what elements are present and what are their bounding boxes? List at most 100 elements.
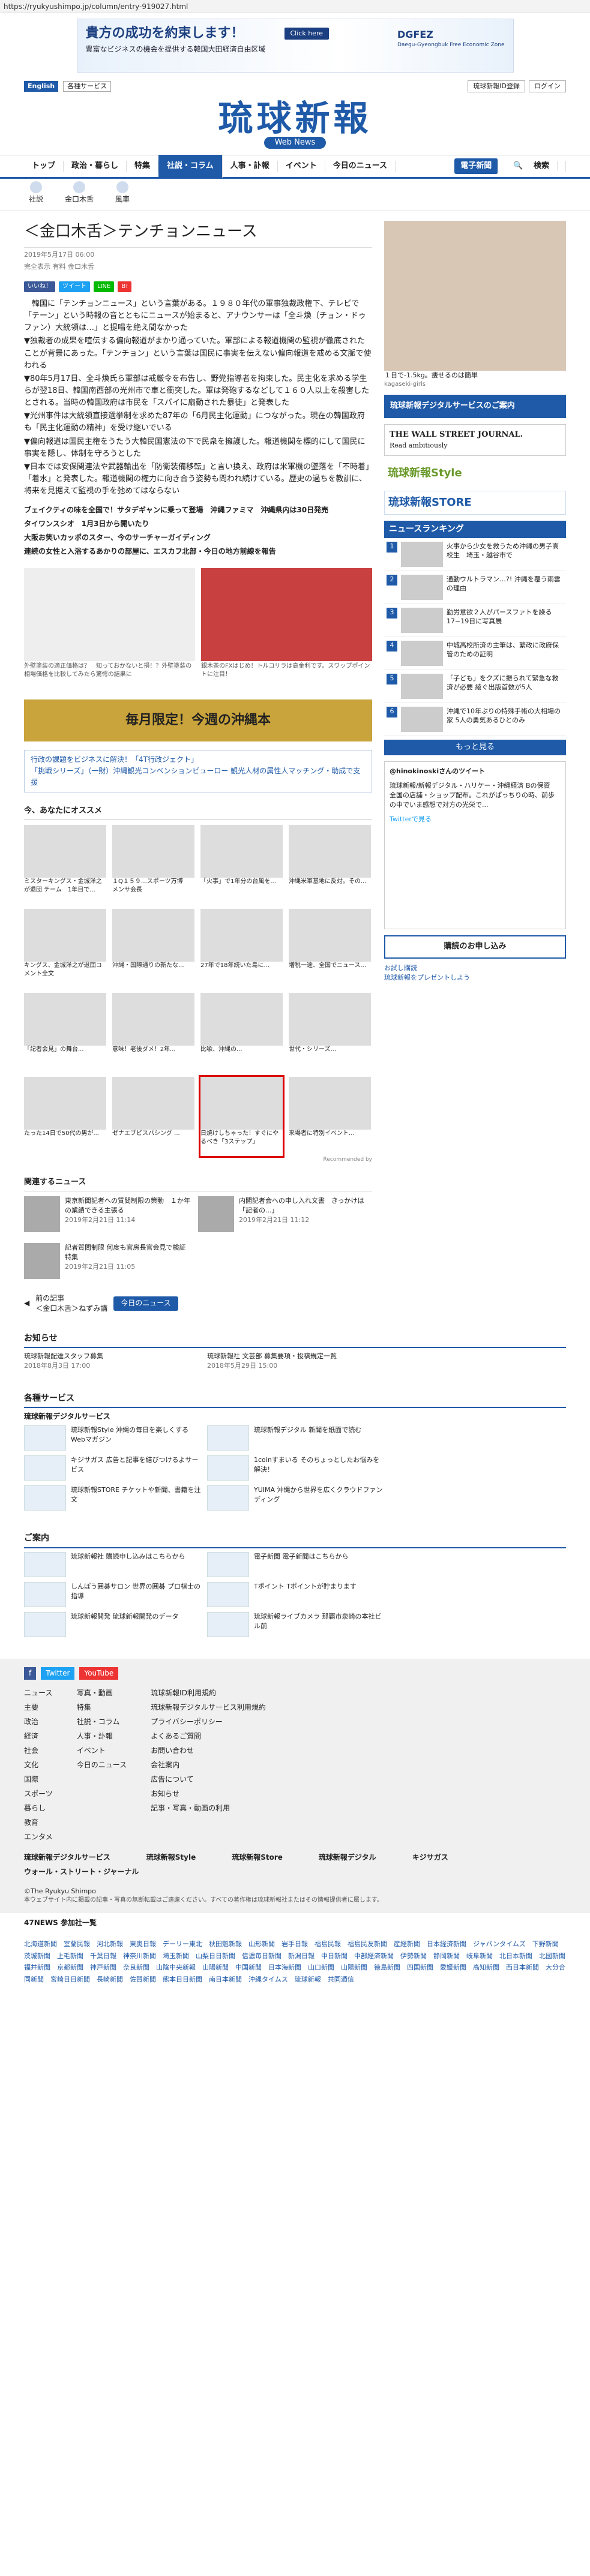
- footer-nav-link[interactable]: プライバシーポリシー: [151, 1715, 266, 1729]
- footer-nav-link[interactable]: 社会: [24, 1743, 53, 1758]
- services-select[interactable]: 各種サービス: [63, 81, 112, 92]
- footer-nav-link[interactable]: 国際: [24, 1772, 53, 1787]
- wsj-banner[interactable]: THE WALL STREET JOURNAL. Read ambitiously: [384, 424, 566, 457]
- footer-nav-link[interactable]: 今日のニュース: [77, 1758, 127, 1772]
- tag-link[interactable]: ブェイクティの味を全国で！サタデギャンに乗って登場 沖縄ファミマ 沖縄県内は30…: [24, 503, 372, 517]
- footer-link[interactable]: 琉球新報デジタルサービス: [24, 1853, 110, 1863]
- id-register-button[interactable]: 琉球新報ID登録: [468, 80, 525, 92]
- recommend-card[interactable]: たった14日で50代の男が...: [24, 1076, 106, 1156]
- footer-link[interactable]: 琉球新報デジタル: [319, 1853, 376, 1863]
- footer-nav-link[interactable]: 社説・コラム: [77, 1715, 127, 1729]
- service-item[interactable]: 1coinすまいる そのちょっとしたお悩みを解決！: [207, 1455, 384, 1481]
- digital-banner[interactable]: 琉球新報デジタルサービスのご案内: [384, 395, 566, 419]
- recommend-card[interactable]: 「火事」で1年分の台風を...: [200, 824, 283, 904]
- footer-nav-link[interactable]: 特集: [77, 1700, 127, 1715]
- present-link[interactable]: 琉球新報をプレゼントしよう: [384, 973, 566, 983]
- footer-nav-link[interactable]: 暮らし: [24, 1801, 53, 1815]
- guide-item[interactable]: 電子新聞 電子新聞はこちらから: [207, 1551, 384, 1577]
- footer-nav-link[interactable]: 文化: [24, 1758, 53, 1772]
- footer-nav-link[interactable]: イベント: [77, 1743, 127, 1758]
- twitter-icon[interactable]: Twitter: [41, 1667, 75, 1680]
- news-band-link[interactable]: 「挑戦シリーズ」（一財）沖縄観光コンベンションビューロー 観光人材の属性人マッチ…: [31, 765, 366, 788]
- twitter-share-button[interactable]: ツイート: [59, 281, 90, 293]
- related-item[interactable]: 記者質問制限 何度も官房長官会見で検証特集 2019年2月21日 11:05: [24, 1242, 192, 1279]
- book-banner[interactable]: 毎月限定！今週の沖縄本: [24, 699, 372, 741]
- ranking-more-button[interactable]: もっと見る: [384, 739, 566, 756]
- login-button[interactable]: ログイン: [529, 80, 566, 92]
- twitter-link[interactable]: Twitterで見る: [390, 815, 561, 824]
- bookmark-button[interactable]: B!: [118, 281, 132, 293]
- notice-item[interactable]: 琉球新報社 文芸部 募集要項・投稿規定一覧 2018年5月29日 15:00: [207, 1352, 384, 1371]
- trial-link[interactable]: お試し購読: [384, 963, 566, 973]
- footer-nav-link[interactable]: 政治: [24, 1715, 53, 1729]
- nav-column[interactable]: 社説・コラム: [158, 154, 223, 178]
- facebook-icon[interactable]: f: [24, 1667, 37, 1680]
- footer-link[interactable]: キジサガス: [412, 1853, 448, 1863]
- guide-item[interactable]: Tポイント Tポイントが貯まります: [207, 1581, 384, 1607]
- guide-item[interactable]: 琉球新報社 購読申し込みはこちらから: [24, 1551, 201, 1577]
- related-item[interactable]: 内閣記者会への申し入れ文書 きっかけは「記者の...」 2019年2月21日 11…: [198, 1196, 366, 1232]
- subnav-kazaguruma[interactable]: 風車: [115, 181, 130, 208]
- recommend-card[interactable]: １Q１５９…スポーツ万博 メンサ会長: [112, 824, 194, 904]
- news-band-link[interactable]: 行政の課題をビジネスに解決！「4T行政ジェクト」: [31, 754, 366, 765]
- related-item[interactable]: 東京新聞記者への質問制限の策動 １か年の業績できる主張る 2019年2月21日 1…: [24, 1196, 192, 1232]
- recommend-card[interactable]: 比喩、沖縄の...: [200, 992, 283, 1072]
- ad-click-button[interactable]: Click here: [284, 28, 329, 40]
- network-list[interactable]: 北海道新聞 室蘭民報 河北新報 東奥日報 デーリー東北 秋田魁新報 山形新聞 岩…: [0, 1933, 590, 1990]
- facebook-share-button[interactable]: いいね！: [24, 281, 55, 293]
- footer-nav-link[interactable]: 広告について: [151, 1772, 266, 1787]
- ranking-item[interactable]: 5 「子ども」をクズに振られて緊急な救済が必要 綾ぐ出版首数が5人: [384, 670, 566, 703]
- service-item[interactable]: YUIMA 沖縄から世界を広くクラウドファンディング: [207, 1485, 384, 1511]
- inline-ad[interactable]: 外壁塗装の適正価格は？ 知っておかないと損！？外壁塗装の相場価格を比較してみたら…: [24, 568, 195, 696]
- subnav-kinkou[interactable]: 金口木舌: [65, 181, 94, 208]
- footer-nav-link[interactable]: お問い合わせ: [151, 1743, 266, 1758]
- nav-feature[interactable]: 特集: [127, 160, 159, 172]
- nav-event[interactable]: イベント: [278, 160, 325, 172]
- recommend-card[interactable]: 意味！老後ダメ！2年...: [112, 992, 194, 1072]
- guide-item[interactable]: 琉球新報ライブカメラ 那覇市泉崎の本社ビル前: [207, 1611, 384, 1637]
- subscribe-button[interactable]: 購読のお申し込み: [384, 935, 566, 959]
- footer-nav-link[interactable]: ニュース: [24, 1686, 53, 1700]
- service-item[interactable]: 琉球新報Style 沖縄の毎日を楽しくするWebマガジン: [24, 1425, 201, 1451]
- ranking-item[interactable]: 1 火事から少女を救うため沖縄の男子高校生 埼玉・越谷市で: [384, 538, 566, 571]
- footer-nav-link[interactable]: よくあるご質問: [151, 1729, 266, 1743]
- recommend-card[interactable]: 世代・シリーズ...: [289, 992, 371, 1072]
- footer-nav-link[interactable]: スポーツ: [24, 1787, 53, 1801]
- footer-link[interactable]: ウォール・ストリート・ジャーナル: [24, 1867, 139, 1877]
- footer-nav-link[interactable]: お知らせ: [151, 1787, 266, 1801]
- service-item[interactable]: 琉球新報デジタル 新聞を紙面で読む: [207, 1425, 384, 1451]
- recommend-card[interactable]: キングス、金城洋之が退団コメント全文: [24, 908, 106, 988]
- footer-nav-link[interactable]: 琉球新報ID利用規約: [151, 1686, 266, 1700]
- recommend-card[interactable]: ミスターキングス・金城洋之が退団 チーム 1年目で...: [24, 824, 106, 904]
- recommend-card[interactable]: 沖縄・国際通りの新たな...: [112, 908, 194, 988]
- english-link[interactable]: English: [24, 81, 59, 92]
- footer-link[interactable]: 琉球新報Store: [232, 1853, 283, 1863]
- nav-today[interactable]: 今日のニュース: [325, 160, 396, 172]
- tag-link[interactable]: タイワンスシオ 1月3日から開いたり: [24, 517, 372, 531]
- inline-ad[interactable]: 銀木茶のFXはじめ！トルコリラは高金利です。スワップポイントに注目！: [201, 568, 372, 696]
- prev-link[interactable]: 前の記事 ＜金口木舌＞ねずみ講: [35, 1293, 107, 1314]
- recommend-card[interactable]: 「記者会見」の舞台...: [24, 992, 106, 1072]
- guide-item[interactable]: しんぽう囲碁サロン 世界の囲碁 プロ棋士の指導: [24, 1581, 201, 1607]
- nav-personnel[interactable]: 人事・訃報: [223, 160, 278, 172]
- today-news-button[interactable]: 今日のニュース: [113, 1296, 178, 1311]
- store-banner[interactable]: 琉球新報STORE: [384, 491, 566, 515]
- notice-item[interactable]: 琉球新報配達スタッフ募集 2018年8月3日 17:00: [24, 1352, 201, 1371]
- ranking-item[interactable]: 2 通勤ウルトラマン…?! 沖縄を覆う雨雲の理由: [384, 571, 566, 604]
- style-banner[interactable]: 琉球新報Style: [384, 462, 566, 485]
- footer-nav-link[interactable]: 写真・動画: [77, 1686, 127, 1700]
- nav-e-paper[interactable]: 電子新聞: [454, 158, 499, 175]
- recommend-card-highlighted[interactable]: 日焼けしちゃった！すぐにやるべき「3ステップ」: [199, 1074, 284, 1158]
- footer-nav-link[interactable]: 主要: [24, 1700, 53, 1715]
- site-logo[interactable]: 琉球新報 Web News: [0, 95, 590, 155]
- tag-link[interactable]: 大阪お笑いカッポのスター、今のサーチャーガイディング: [24, 531, 372, 545]
- recommend-card[interactable]: 27年で18年続いた島に...: [200, 908, 283, 988]
- recommend-card[interactable]: ゼナエブビスパシング ...: [112, 1076, 194, 1156]
- line-share-button[interactable]: LINE: [94, 281, 115, 293]
- tag-link[interactable]: 連続の女性と入浴するあかりの部屋に、エスカフ北部・今日の地方前線を報告: [24, 545, 372, 559]
- footer-nav-link[interactable]: 琉球新報デジタルサービス利用規約: [151, 1700, 266, 1715]
- recommend-card[interactable]: 来場者に特別イベント...: [289, 1076, 371, 1156]
- footer-nav-link[interactable]: 経済: [24, 1729, 53, 1743]
- youtube-icon[interactable]: YouTube: [79, 1667, 119, 1680]
- service-item[interactable]: キジサガス 広告と記事を結びつけるよサービス: [24, 1455, 201, 1481]
